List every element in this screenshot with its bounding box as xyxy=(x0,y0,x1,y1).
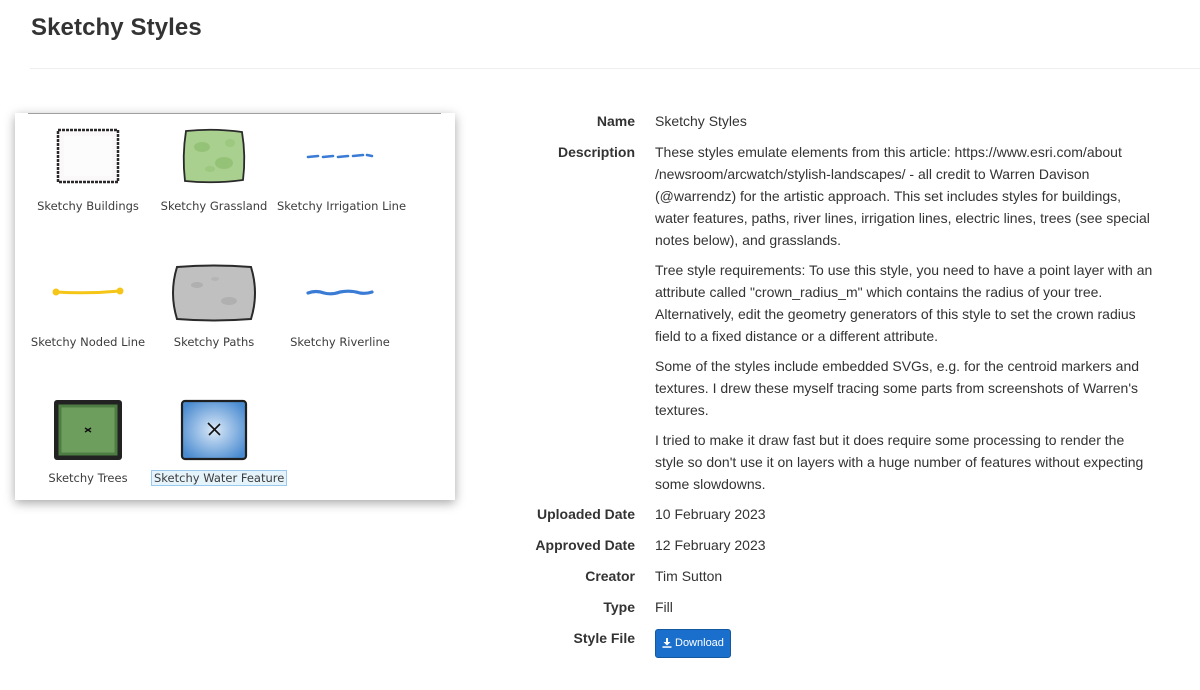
title-divider xyxy=(30,68,1200,69)
style-description: These styles emulate elements from this … xyxy=(655,141,1155,495)
detail-key: Approved Date xyxy=(535,537,635,553)
download-icon xyxy=(662,638,672,648)
approved-date: 12 February 2023 xyxy=(655,537,766,553)
preview-item-noded-line: Sketchy Noded Line xyxy=(25,249,151,379)
buildings-swatch-icon xyxy=(56,128,120,184)
preview-item-label: Sketchy Grassland xyxy=(160,199,268,213)
description-paragraph: Tree style requirements: To use this sty… xyxy=(655,262,1153,344)
preview-item-label: Sketchy Irrigation Line xyxy=(277,199,407,213)
grassland-swatch-icon xyxy=(182,128,246,184)
irrigation-line-swatch-icon xyxy=(306,153,374,159)
detail-key: Uploaded Date xyxy=(536,506,635,522)
detail-row-name: Name Sketchy Styles xyxy=(500,110,1170,132)
detail-row-description: Description These styles emulate element… xyxy=(500,141,1170,495)
detail-key: Style File xyxy=(573,630,635,646)
download-button[interactable]: Download xyxy=(655,629,731,658)
style-name: Sketchy Styles xyxy=(655,113,747,129)
preview-item-irrigation-line: Sketchy Irrigation Line xyxy=(277,113,407,243)
preview-item-label: Sketchy Paths xyxy=(173,335,255,349)
detail-row-approved: Approved Date 12 February 2023 xyxy=(500,534,1170,556)
style-preview-image: Sketchy Buildings Sketchy Grassland Sket… xyxy=(15,113,455,500)
detail-row-creator: Creator Tim Sutton xyxy=(500,565,1170,587)
preview-item-grassland: Sketchy Grassland xyxy=(151,113,277,243)
style-details: Name Sketchy Styles Description These st… xyxy=(500,110,1170,667)
description-paragraph: These styles emulate elements from this … xyxy=(655,144,1150,248)
uploaded-date: 10 February 2023 xyxy=(655,506,766,522)
description-paragraph: I tried to make it draw fast but it does… xyxy=(655,432,1144,492)
preview-item-water-feature: Sketchy Water Feature xyxy=(151,385,288,515)
style-file-value: Download xyxy=(655,627,1155,658)
detail-key: Type xyxy=(603,599,635,615)
noded-line-swatch-icon xyxy=(52,287,124,296)
detail-row-style-file: Style File Download xyxy=(500,627,1170,658)
riverline-swatch-icon xyxy=(306,289,374,296)
preview-item-label: Sketchy Water Feature xyxy=(151,470,288,486)
detail-row-type: Type Fill xyxy=(500,596,1170,618)
trees-swatch-icon xyxy=(54,400,122,460)
page-title: Sketchy Styles xyxy=(31,14,202,41)
preview-item-label: Sketchy Riverline xyxy=(290,335,390,349)
preview-item-paths: Sketchy Paths xyxy=(151,249,277,379)
water-feature-swatch-icon xyxy=(180,399,248,461)
download-label: Download xyxy=(675,637,724,649)
paths-swatch-icon xyxy=(172,264,256,322)
description-paragraph: Some of the styles include embedded SVGs… xyxy=(655,358,1140,418)
preview-item-label: Sketchy Buildings xyxy=(37,199,139,213)
preview-item-buildings: Sketchy Buildings xyxy=(25,113,151,243)
creator-name: Tim Sutton xyxy=(655,568,723,584)
preview-item-trees: Sketchy Trees xyxy=(25,385,151,515)
detail-key: Description xyxy=(557,144,635,160)
detail-key: Creator xyxy=(585,568,635,584)
preview-item-label: Sketchy Noded Line xyxy=(30,335,146,349)
preview-item-riverline: Sketchy Riverline xyxy=(277,249,403,379)
detail-row-uploaded: Uploaded Date 10 February 2023 xyxy=(500,503,1170,525)
preview-item-label: Sketchy Trees xyxy=(48,471,128,485)
style-type: Fill xyxy=(655,599,673,615)
detail-key: Name xyxy=(596,113,635,129)
